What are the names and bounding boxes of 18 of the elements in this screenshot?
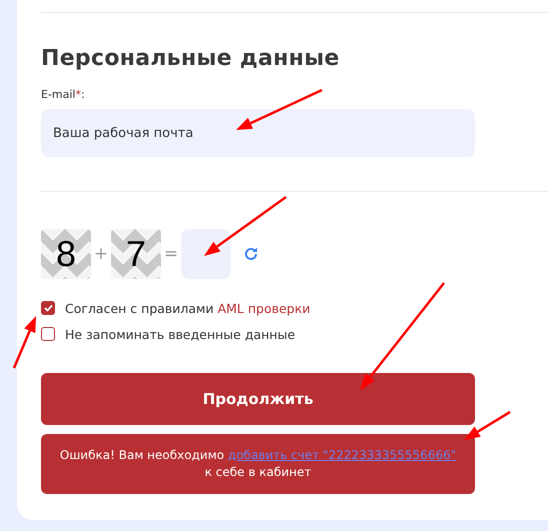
captcha-digit: 8 bbox=[41, 229, 91, 279]
plus-sign: + bbox=[92, 244, 110, 264]
continue-button[interactable]: Продолжить bbox=[41, 373, 475, 425]
equals-sign: = bbox=[162, 244, 180, 264]
checkbox[interactable] bbox=[41, 301, 55, 315]
checkbox-label: Не запоминать введенные данные bbox=[65, 326, 296, 342]
field-label: E-mail*: bbox=[41, 87, 86, 103]
annotation-arrow bbox=[12, 316, 36, 368]
refresh-icon[interactable] bbox=[243, 246, 259, 262]
annotation-arrow bbox=[464, 410, 511, 440]
email-field[interactable]: Ваша рабочая почта bbox=[41, 109, 475, 157]
checkbox-label: Согласен с правилами AML проверки bbox=[65, 300, 310, 316]
aml-link[interactable]: AML проверки bbox=[218, 300, 310, 316]
section-title: Персональные данные bbox=[41, 45, 341, 73]
answer-field[interactable] bbox=[181, 229, 231, 279]
error-message: Ошибка! Вам необходимо добавить счет "2222333355556666" к себе в кабинет bbox=[58, 447, 458, 481]
captcha-digit: 7 bbox=[111, 229, 161, 279]
checkbox[interactable] bbox=[41, 327, 55, 341]
